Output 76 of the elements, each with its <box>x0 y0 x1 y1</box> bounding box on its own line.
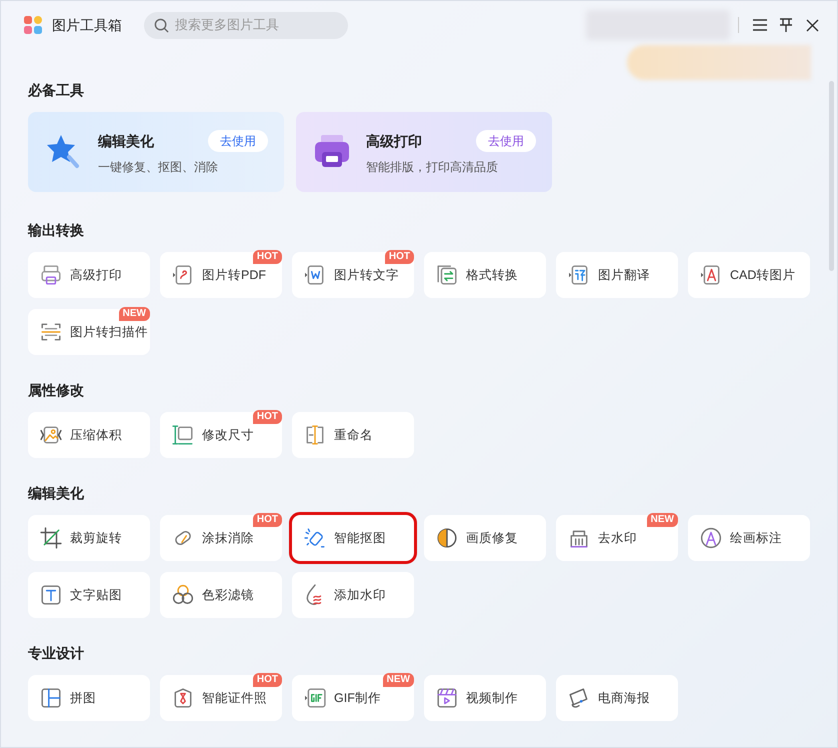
section-title: 必备工具 <box>28 82 85 98</box>
tool-tile[interactable]: 高级打印 <box>28 252 150 298</box>
tool-tile[interactable]: 裁剪旋转 <box>28 515 150 561</box>
portrait-icon <box>172 687 194 709</box>
tool-tile[interactable]: HOT 涂抹消除 <box>160 515 282 561</box>
card-title: 编辑美化 <box>98 133 154 149</box>
section-title: 输出转换 <box>28 222 85 238</box>
rename-icon <box>304 424 326 446</box>
menu-icon[interactable] <box>753 19 767 31</box>
feature-card[interactable]: 高级打印 去使用 智能排版，打印高清品质 <box>296 112 552 192</box>
search-input[interactable]: 搜索更多图片工具 <box>175 15 335 35</box>
tool-tile[interactable]: HOT 修改尺寸 <box>160 412 282 458</box>
tool-tile[interactable]: HOT 图片转文字 <box>292 252 414 298</box>
translate-icon <box>568 264 590 286</box>
tool-tile[interactable]: 压缩体积 <box>28 412 150 458</box>
text-box-icon <box>40 584 62 606</box>
tag-badge: HOT <box>252 250 282 264</box>
tool-tile[interactable]: 重命名 <box>292 412 414 458</box>
tag-badge: HOT <box>384 250 414 264</box>
search-icon <box>154 18 169 32</box>
card-subtitle: 智能排版，打印高清品质 <box>366 160 498 174</box>
use-button[interactable]: 去使用 <box>208 130 268 152</box>
tool-tile[interactable]: 拼图 <box>28 675 150 721</box>
wand-icon <box>304 527 326 549</box>
section-title: 编辑美化 <box>28 485 85 501</box>
tag-badge: HOT <box>252 673 282 687</box>
card-subtitle: 一键修复、抠图、消除 <box>98 160 218 174</box>
document-icon <box>172 264 194 286</box>
convert-icon <box>436 264 458 286</box>
tool-tile[interactable]: 格式转换 <box>424 252 546 298</box>
video-icon <box>436 687 458 709</box>
tool-tile[interactable]: NEW 去水印 <box>556 515 678 561</box>
tool-tile[interactable]: 绘画标注 <box>688 515 810 561</box>
card-title: 高级打印 <box>366 133 422 149</box>
tag-badge: NEW <box>646 513 678 527</box>
close-icon[interactable] <box>806 18 819 32</box>
tool-tile[interactable]: 视频制作 <box>424 675 546 721</box>
circles-icon <box>172 584 194 606</box>
tool-tile[interactable]: NEW 图片转扫描件 <box>28 309 150 355</box>
tool-tile[interactable]: HOT 智能证件照 <box>160 675 282 721</box>
document-icon <box>700 264 722 286</box>
tool-tile[interactable]: HOT 图片转PDF <box>160 252 282 298</box>
star-wand-icon <box>46 133 82 171</box>
app-title: 图片工具箱 <box>52 16 122 34</box>
resize-icon <box>172 424 194 446</box>
printer-icon <box>313 134 351 170</box>
search-field[interactable]: 搜索更多图片工具 <box>144 12 348 38</box>
section-title: 专业设计 <box>28 645 85 661</box>
document-icon <box>304 264 326 286</box>
feature-card[interactable]: 编辑美化 去使用 一键修复、抠图、消除 <box>28 112 284 192</box>
image-icon <box>40 424 62 446</box>
tag-badge: HOT <box>252 410 282 424</box>
crop-icon <box>40 527 62 549</box>
half-circle-icon <box>436 527 458 549</box>
gif-icon <box>304 687 326 709</box>
pen-circle-icon <box>700 527 722 549</box>
tool-tile[interactable]: 智能抠图 <box>292 515 414 561</box>
use-button[interactable]: 去使用 <box>476 130 536 152</box>
tool-tile[interactable]: 色彩滤镜 <box>160 572 282 618</box>
layout-icon <box>40 687 62 709</box>
tag-badge: NEW <box>382 673 414 687</box>
tool-tile[interactable]: CAD转图片 <box>688 252 810 298</box>
tool-tile[interactable]: 添加水印 <box>292 572 414 618</box>
tool-tile[interactable]: 画质修复 <box>424 515 546 561</box>
tool-tile[interactable]: 图片翻译 <box>556 252 678 298</box>
pin-icon[interactable] <box>779 18 793 32</box>
section-title: 属性修改 <box>28 382 85 398</box>
tag-badge: NEW <box>118 307 150 321</box>
scan-icon <box>40 321 62 343</box>
tag-badge: HOT <box>252 513 282 527</box>
scrollbar[interactable] <box>829 81 834 271</box>
tool-tile[interactable]: 电商海报 <box>556 675 678 721</box>
tool-tile[interactable]: NEW GIF制作 <box>292 675 414 721</box>
tool-tile[interactable]: 文字贴图 <box>28 572 150 618</box>
app-logo-icon <box>24 16 42 34</box>
printer-icon <box>40 264 62 286</box>
